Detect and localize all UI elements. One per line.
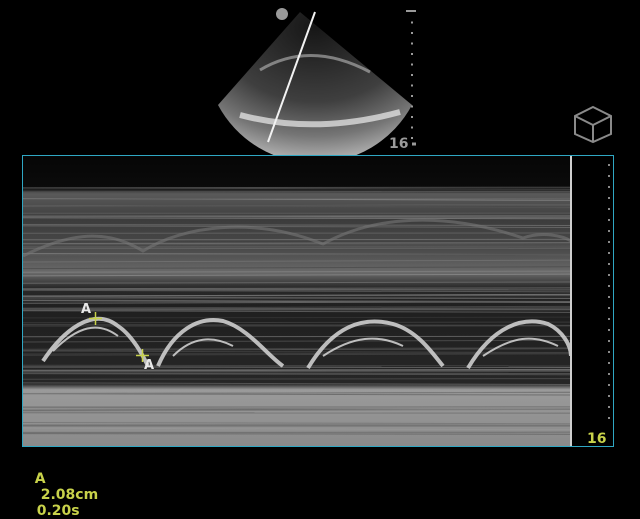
orientation-marker-icon bbox=[276, 8, 288, 20]
measurement-label: A bbox=[35, 471, 46, 487]
mmode-trace bbox=[23, 156, 614, 447]
caliper-marker-bottom: A bbox=[144, 358, 154, 373]
mmode-depth-scale bbox=[604, 160, 614, 430]
sector-depth-scale bbox=[402, 8, 422, 148]
mmode-panel bbox=[22, 155, 614, 447]
measurement-distance: 2.08cm bbox=[41, 487, 98, 503]
measurement-time: 0.20s bbox=[37, 503, 80, 519]
3d-cube-icon[interactable] bbox=[570, 104, 616, 144]
caliper-cross-icon[interactable] bbox=[89, 312, 102, 325]
sector-depth-value: 16 bbox=[389, 136, 408, 152]
mmode-depth-value: 16 bbox=[587, 431, 606, 447]
measurement-readout: A 2.08cm 0.20s bbox=[25, 455, 98, 519]
